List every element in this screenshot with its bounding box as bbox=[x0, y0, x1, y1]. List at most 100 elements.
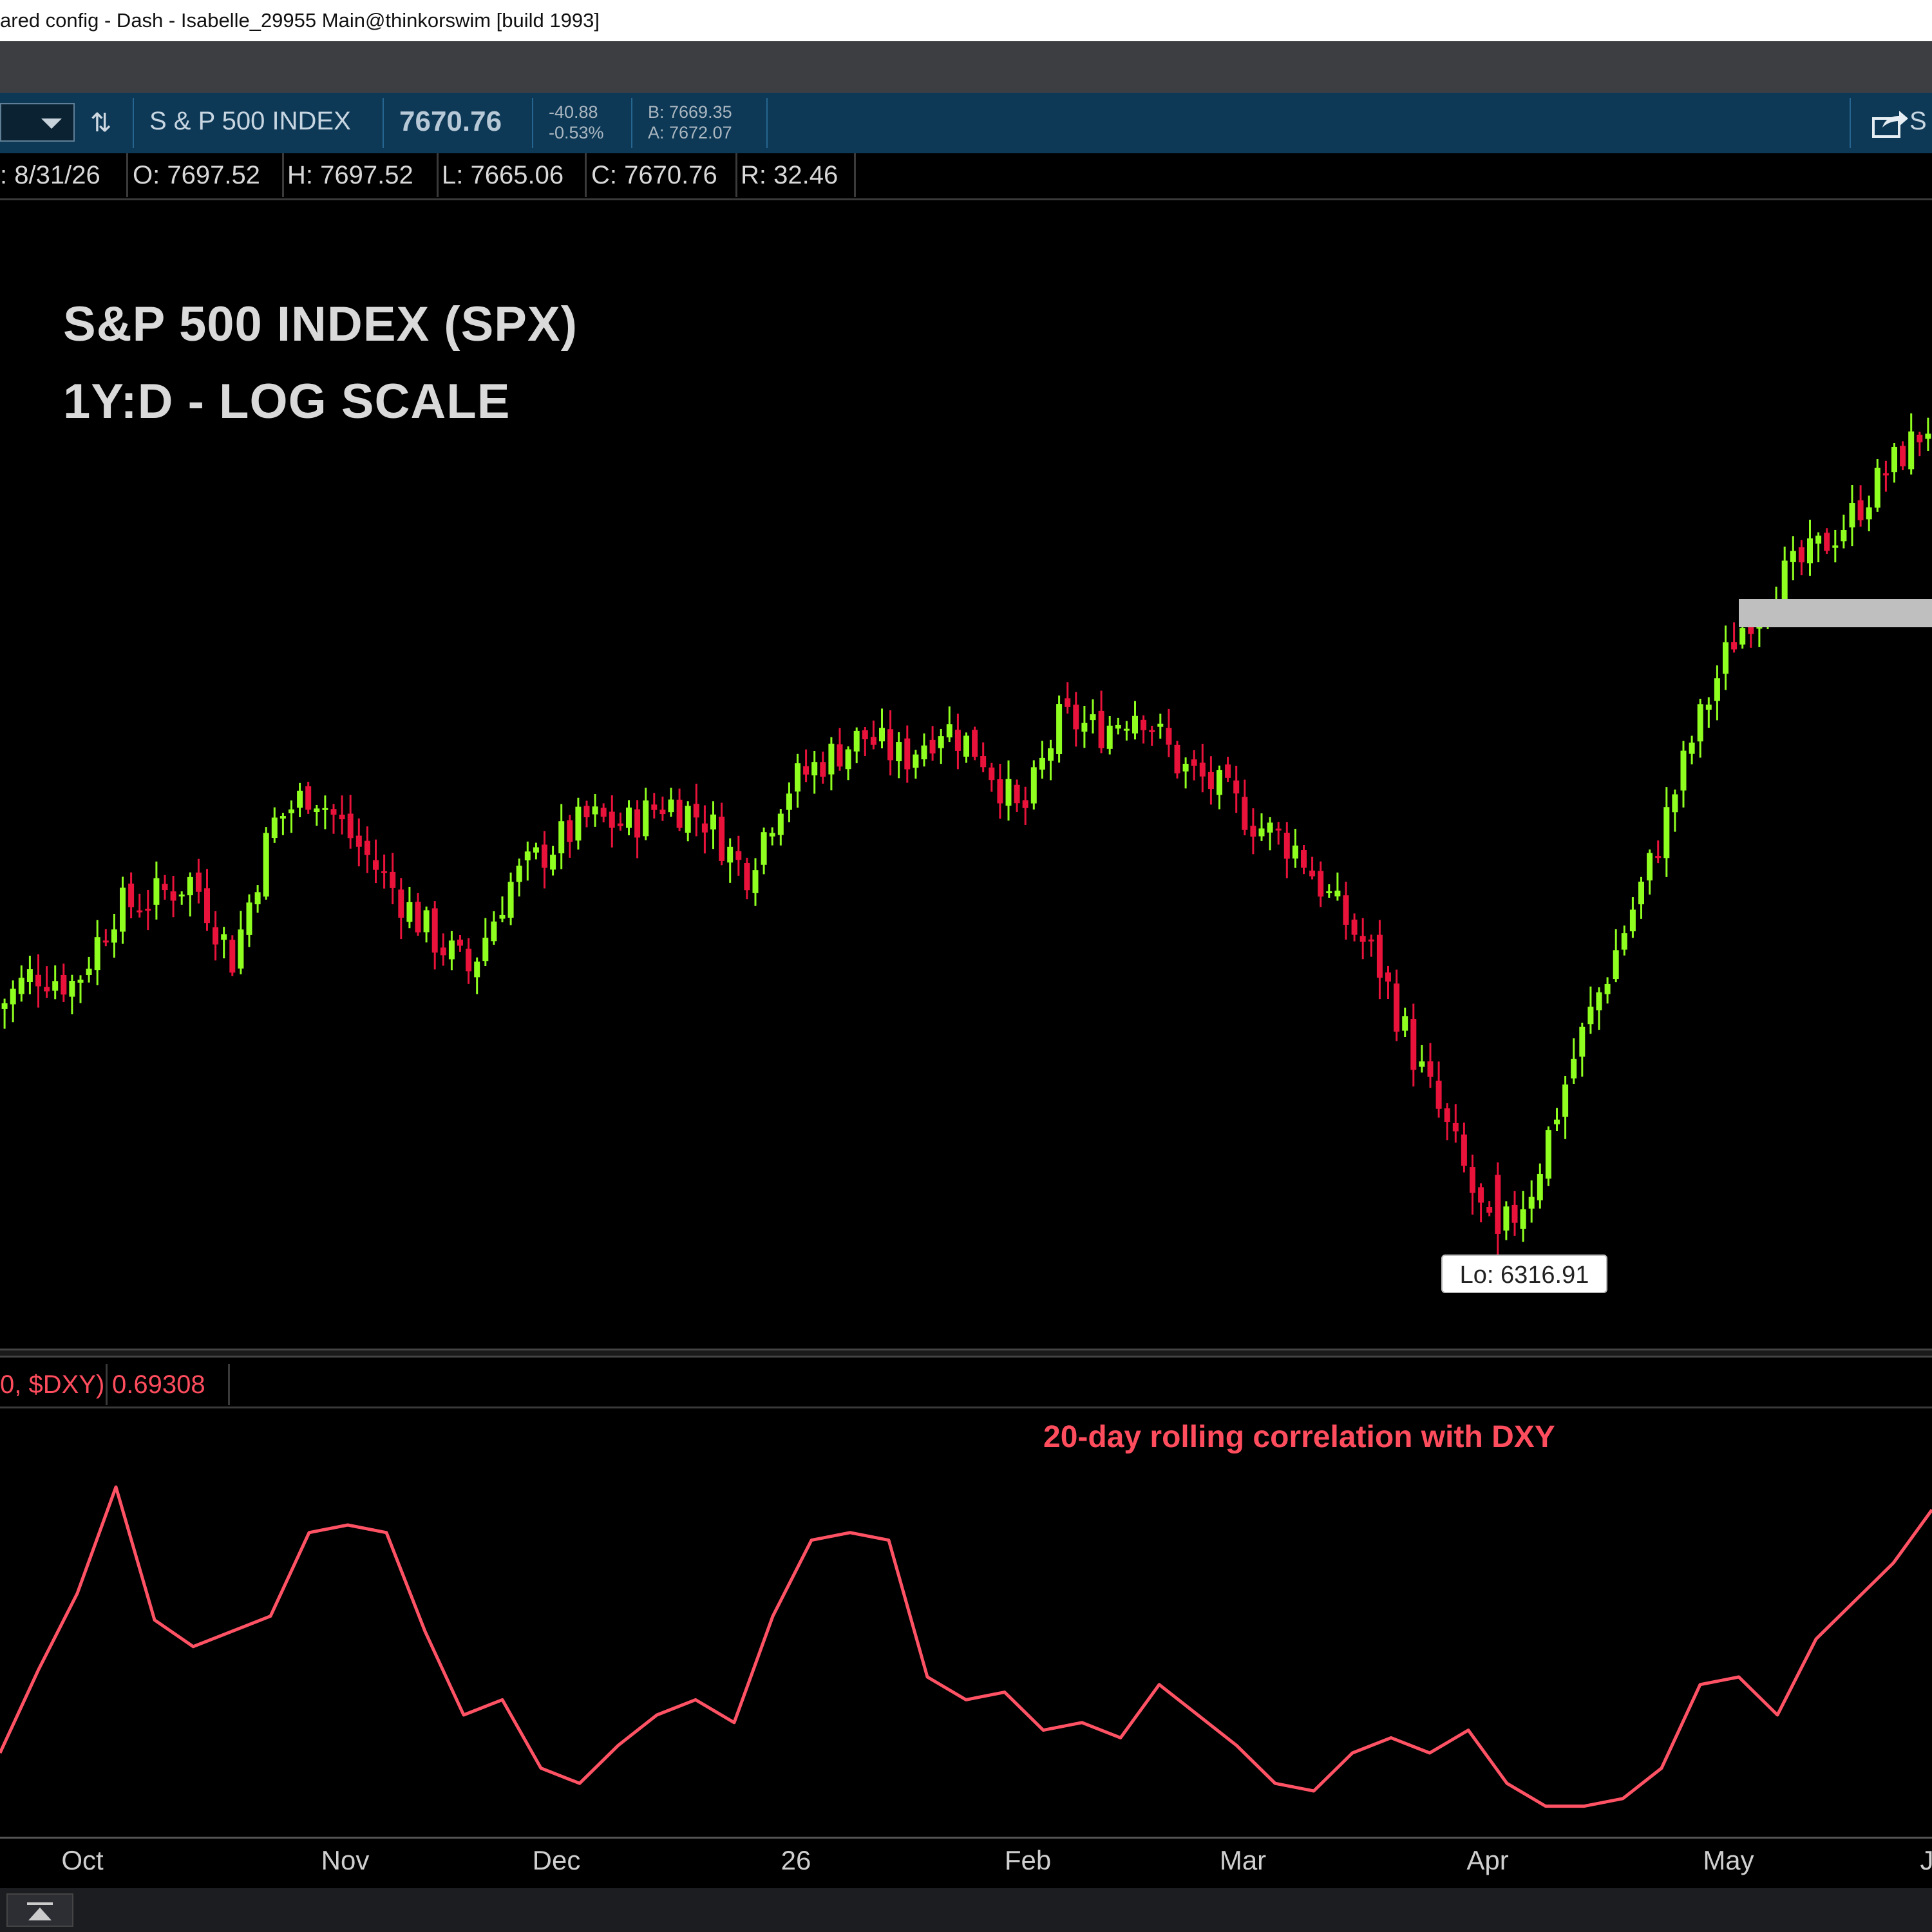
candle-body bbox=[213, 927, 219, 945]
candle-body bbox=[1528, 1197, 1535, 1209]
candle-body bbox=[1444, 1108, 1450, 1122]
candle-series bbox=[1, 413, 1931, 1256]
candle-body bbox=[18, 978, 24, 994]
candle-body bbox=[1149, 730, 1155, 732]
candle-body bbox=[1368, 939, 1374, 942]
candle-body bbox=[111, 929, 117, 943]
candle-body bbox=[1217, 770, 1222, 795]
collapse-up-icon bbox=[27, 1902, 53, 1905]
candle-body bbox=[761, 832, 767, 865]
candle-body bbox=[1663, 807, 1670, 858]
candle-body bbox=[1090, 714, 1096, 721]
candle-body bbox=[1106, 725, 1113, 749]
candle-body bbox=[1604, 983, 1611, 994]
candle-body bbox=[946, 724, 952, 737]
candle-body bbox=[542, 844, 547, 868]
candle-body bbox=[777, 813, 784, 835]
link-icon[interactable]: ⇅ bbox=[90, 107, 112, 139]
candle-body bbox=[701, 823, 708, 833]
candle-body bbox=[1495, 1175, 1501, 1234]
quote-bid: B: 7669.35 bbox=[648, 102, 732, 122]
candle-body bbox=[853, 730, 860, 752]
divider bbox=[383, 98, 384, 148]
candle-body bbox=[86, 969, 92, 976]
candle-body bbox=[963, 735, 969, 757]
candle-body bbox=[77, 980, 84, 983]
candle-body bbox=[1098, 710, 1104, 748]
divider bbox=[766, 98, 768, 148]
candle-body bbox=[289, 809, 294, 813]
candle-body bbox=[178, 895, 185, 897]
candle-body bbox=[1132, 715, 1138, 734]
pane-splitter[interactable] bbox=[0, 1349, 1932, 1358]
symbol-dropdown[interactable] bbox=[0, 103, 75, 142]
candle-body bbox=[904, 738, 911, 770]
candle-body bbox=[710, 814, 716, 829]
divider bbox=[631, 98, 632, 148]
quote-last-price: 7670.76 bbox=[399, 106, 502, 137]
candle-body bbox=[744, 862, 750, 891]
candle-body bbox=[1680, 750, 1687, 791]
candle-body bbox=[1359, 936, 1366, 942]
candle-body bbox=[1554, 1119, 1560, 1124]
candle-body bbox=[1579, 1027, 1586, 1057]
chart-subtitle: 1Y:D - LOG SCALE bbox=[63, 374, 511, 429]
candle-body bbox=[137, 910, 143, 913]
candle-body bbox=[954, 730, 961, 751]
window-title: ared config - Dash - Isabelle_29955 Main… bbox=[0, 9, 600, 32]
candle-body bbox=[592, 806, 598, 815]
candle-body bbox=[533, 847, 539, 853]
candle-body bbox=[837, 744, 843, 767]
candle-body bbox=[330, 809, 337, 815]
candle-body bbox=[1587, 1007, 1594, 1025]
candle-body bbox=[693, 804, 699, 818]
candle-body bbox=[153, 878, 160, 905]
candle-body bbox=[507, 882, 514, 918]
candle-body bbox=[1882, 473, 1889, 476]
candle-body bbox=[550, 855, 556, 870]
candle-body bbox=[1081, 723, 1088, 732]
candle-body bbox=[1022, 800, 1028, 808]
candle-body bbox=[676, 799, 683, 828]
candle-body bbox=[1402, 1016, 1408, 1031]
share-label[interactable]: S bbox=[1909, 107, 1927, 136]
candle-body bbox=[10, 989, 16, 1005]
study-value: 0.69308 bbox=[112, 1364, 230, 1405]
candle-body bbox=[1351, 919, 1358, 935]
candle-body bbox=[634, 809, 641, 838]
candle-body bbox=[862, 730, 868, 739]
candle-body bbox=[1790, 551, 1796, 562]
candle-body bbox=[1048, 748, 1054, 761]
share-icon[interactable] bbox=[1871, 107, 1909, 139]
candle-body bbox=[786, 793, 792, 810]
candle-body bbox=[1233, 780, 1240, 794]
candle-body bbox=[1857, 500, 1864, 520]
candle-body bbox=[1613, 950, 1619, 980]
correlation-line bbox=[0, 1485, 1932, 1808]
candle-body bbox=[1511, 1204, 1518, 1223]
chart-title: S&P 500 INDEX (SPX) bbox=[63, 297, 578, 352]
candle-body bbox=[1908, 431, 1915, 469]
candle-body bbox=[1039, 757, 1045, 770]
candle-body bbox=[390, 871, 396, 888]
quote-ask: A: 7672.07 bbox=[648, 123, 732, 142]
candle-body bbox=[1917, 435, 1923, 442]
candle-body bbox=[567, 820, 573, 842]
candle-body bbox=[423, 910, 430, 933]
candle-body bbox=[1900, 446, 1906, 467]
candle-body bbox=[1629, 909, 1636, 932]
collapse-panel-button[interactable] bbox=[6, 1893, 73, 1927]
correlation-chart[interactable] bbox=[0, 1408, 1932, 1837]
candle-body bbox=[120, 887, 126, 932]
toolbar-band bbox=[0, 41, 1932, 93]
study-name: 0, $DXY) bbox=[0, 1364, 108, 1405]
candle-body bbox=[989, 767, 995, 781]
candle-body bbox=[1258, 828, 1265, 837]
candle-body bbox=[204, 888, 210, 923]
candle-body bbox=[1537, 1173, 1543, 1200]
price-chart[interactable] bbox=[0, 200, 1932, 1346]
chevron-down-icon[interactable] bbox=[41, 118, 62, 129]
candle-body bbox=[322, 808, 328, 810]
candle-body bbox=[1621, 933, 1627, 950]
candle-body bbox=[238, 929, 244, 969]
